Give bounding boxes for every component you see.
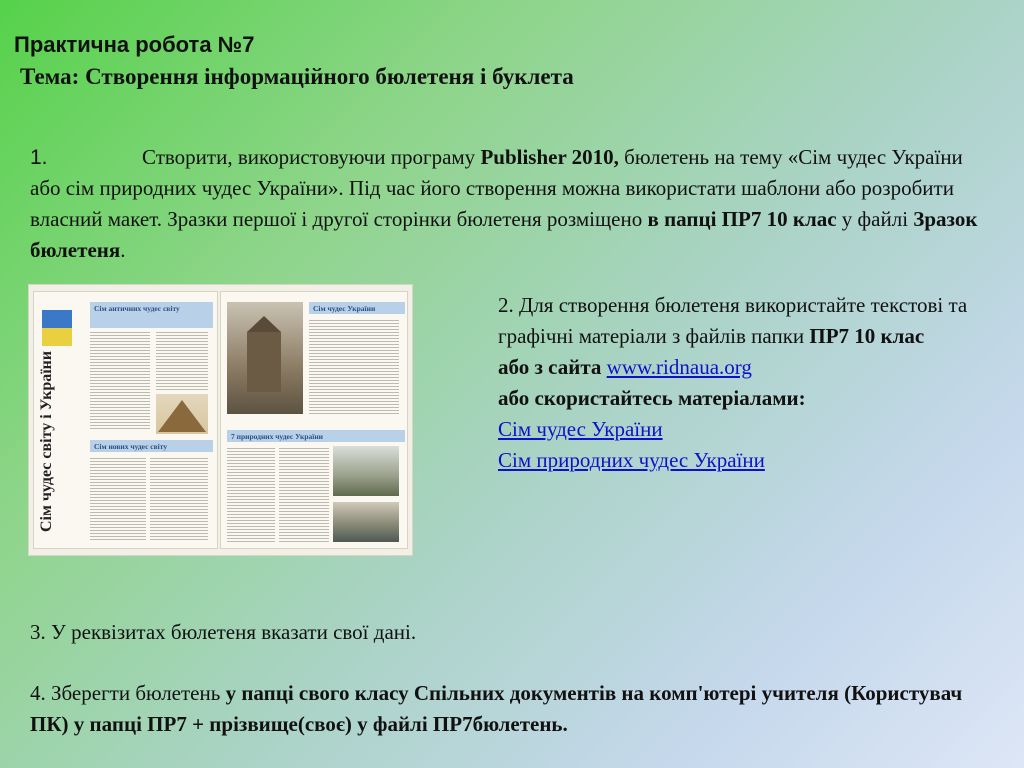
text-block	[279, 446, 329, 542]
text-block	[309, 318, 399, 414]
ridnaua-link[interactable]: www.ridnaua.org	[607, 355, 752, 379]
task-1-number: 1.	[30, 146, 48, 169]
task-1-folder: в папці ПР7 10 клас	[647, 207, 837, 231]
castle-photo	[227, 302, 303, 414]
text-block	[90, 456, 146, 542]
bulletin-page-2: Сім чудес України 7 природних чудес Укра…	[220, 291, 408, 549]
task-1-text: Створити, використовуючи програму	[142, 145, 481, 169]
bulletin-spine-title: Сім чудес світу і України	[38, 350, 55, 532]
bulletin-left-header-2: Сім нових чудес світу	[90, 440, 213, 452]
pyramid-photo	[156, 394, 208, 434]
task-2-site-label: або з сайта	[498, 355, 607, 379]
task-1-text-after: у файлі	[836, 207, 914, 231]
text-block	[90, 330, 150, 430]
task-1: 1. Створити, використовуючи програму Publ…	[30, 142, 980, 266]
task-1-end: .	[120, 238, 126, 262]
bulletin-left-header: Сім античних чудес світу	[90, 302, 213, 328]
flag-blue	[42, 310, 72, 328]
page-subtitle: Тема: Створення інформаційного бюлетеня …	[20, 64, 574, 89]
text-block	[156, 330, 208, 390]
task-3: 3. У реквізитах бюлетеня вказати свої да…	[30, 620, 417, 644]
task-2-materials-label: або скористайтесь матеріалами:	[498, 386, 806, 410]
seven-natural-wonders-link[interactable]: Сім природних чудес України	[498, 448, 765, 472]
bulletin-page-1: Сім чудес світу і України Сім античних ч…	[33, 291, 218, 549]
text-block	[150, 456, 208, 542]
text-block	[227, 446, 275, 542]
task-1-program: Publisher 2010,	[480, 145, 619, 169]
task-2-folder: ПР7 10 клас	[809, 324, 925, 348]
bulletin-right-header-2: 7 природних чудес України	[227, 430, 405, 442]
lake-photo	[333, 502, 399, 542]
task-2: 2. Для створення бюлетеня використайте т…	[498, 290, 978, 476]
tree-photo	[333, 446, 399, 496]
task-4: 4. Зберегти бюлетень у папці свого класу…	[30, 678, 990, 740]
page-title: Практична робота №7	[14, 32, 255, 57]
seven-wonders-link[interactable]: Сім чудес України	[498, 417, 663, 441]
bulletin-sample-image: Сім чудес світу і України Сім античних ч…	[28, 284, 413, 556]
bulletin-right-header: Сім чудес України	[309, 302, 405, 314]
task-4-text: 4. Зберегти бюлетень	[30, 681, 226, 705]
